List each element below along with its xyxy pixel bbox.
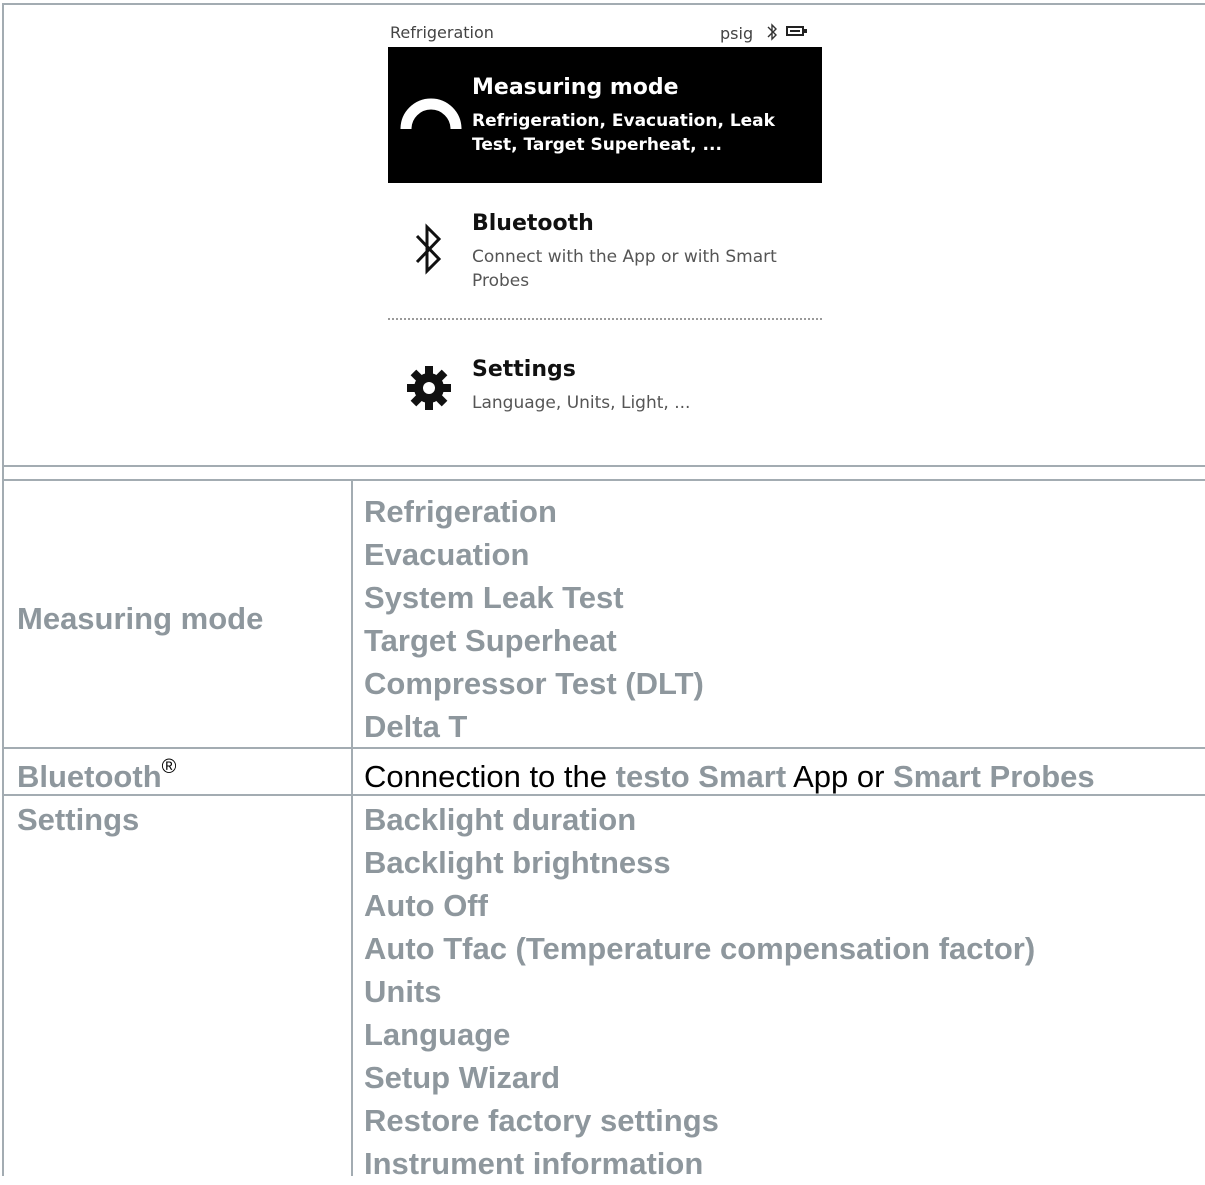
list-item: Backlight duration: [364, 802, 637, 837]
menu-item-description: Connect with the App or with Smart Probe…: [472, 247, 777, 291]
menu-item-title: Bluetooth: [472, 211, 594, 236]
bluetooth-text-part: Connection to the: [364, 759, 616, 794]
list-item: Refrigeration: [364, 494, 557, 529]
list-item: Instrument information: [364, 1146, 704, 1181]
column-divider: [351, 479, 353, 1176]
gear-icon: [404, 363, 454, 418]
list-item: Evacuation: [364, 537, 530, 572]
menu-item-bluetooth[interactable]: Bluetooth Connect with the App or with S…: [388, 197, 822, 307]
device-screenshot: Refrigeration psig Measuring mode Refrig…: [388, 17, 822, 437]
status-title: Refrigeration: [390, 23, 494, 42]
bluetooth-label-text: Bluetooth: [17, 759, 162, 794]
menu-item-measuring-mode[interactable]: Measuring mode Refrigeration, Evacuation…: [388, 47, 822, 183]
list-item: Backlight brightness: [364, 845, 671, 880]
menu-item-description: Refrigeration, Evacuation, Leak Test, Ta…: [472, 111, 775, 155]
list-item: Language: [364, 1017, 511, 1052]
menu-item-title: Settings: [472, 357, 576, 382]
table-top-border: [2, 3, 1205, 5]
row-divider: [2, 465, 1205, 467]
bluetooth-description: Connection to the testo Smart App or Sma…: [364, 755, 1095, 798]
list-item: Units: [364, 974, 442, 1009]
settings-options: Backlight duration Backlight brightness …: [364, 798, 1035, 1185]
gauge-icon: [400, 95, 462, 140]
row-label-settings: Settings: [17, 802, 140, 837]
list-item: Setup Wizard: [364, 1060, 561, 1095]
list-item: Compressor Test (DLT): [364, 666, 704, 701]
table-left-border: [2, 3, 4, 1176]
battery-icon: [786, 26, 807, 36]
list-item: Delta T: [364, 709, 468, 744]
row-label-bluetooth: Bluetooth®: [17, 755, 176, 798]
list-item: Restore factory settings: [364, 1103, 719, 1138]
menu-item-settings[interactable]: Settings Language, Units, Light, ...: [388, 347, 822, 437]
menu-item-description: Language, Units, Light, ...: [472, 393, 691, 413]
row-label-measuring-mode: Measuring mode: [17, 601, 264, 636]
list-item: Auto Off: [364, 888, 488, 923]
bluetooth-status-icon: [764, 23, 780, 45]
menu-separator: [388, 318, 822, 320]
registered-mark: ®: [161, 756, 177, 778]
bluetooth-icon: [414, 221, 444, 282]
testo-smart-link[interactable]: testo Smart: [616, 759, 787, 794]
list-item: Target Superheat: [364, 623, 617, 658]
unit-label: psig: [720, 24, 754, 43]
row-divider: [2, 479, 1205, 481]
status-bar: Refrigeration psig: [388, 17, 822, 47]
measuring-mode-options: Refrigeration Evacuation System Leak Tes…: [364, 490, 704, 748]
smart-probes-link[interactable]: Smart Probes: [893, 759, 1095, 794]
list-item: System Leak Test: [364, 580, 624, 615]
bluetooth-text-part: App or: [786, 759, 894, 794]
menu-item-title: Measuring mode: [472, 75, 679, 100]
list-item: Auto Tfac (Temperature compensation fact…: [364, 931, 1036, 966]
